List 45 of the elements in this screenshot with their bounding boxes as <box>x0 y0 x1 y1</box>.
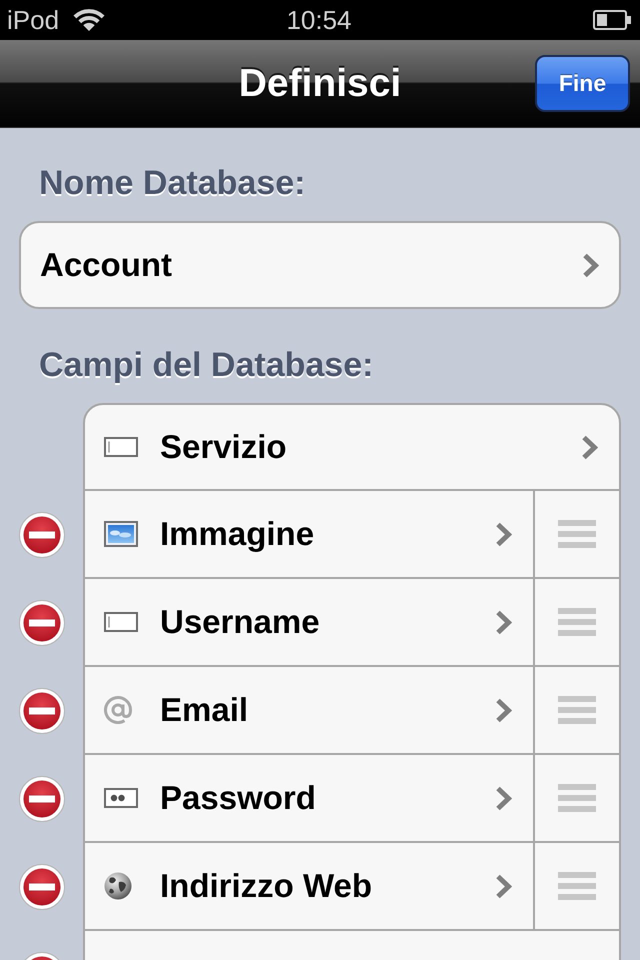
table-row[interactable]: Indirizzo Web <box>83 843 621 931</box>
field-label: Username <box>160 602 321 642</box>
delete-icon[interactable] <box>18 776 64 822</box>
delete-icon[interactable] <box>18 864 64 910</box>
clock-time: 10:54 <box>286 4 352 37</box>
delete-icon[interactable] <box>18 600 64 646</box>
drag-handle-icon[interactable] <box>558 520 596 548</box>
field-label: Email <box>160 690 250 730</box>
chevron-icon <box>495 786 512 810</box>
table-row[interactable]: Username <box>83 579 621 667</box>
wifi-icon <box>73 8 106 32</box>
chevron-icon <box>581 434 598 460</box>
field-label: Password <box>160 778 317 818</box>
field-label: Immagine <box>160 514 316 554</box>
database-name-row[interactable]: Account <box>19 221 621 309</box>
database-name-value: Account <box>40 245 172 285</box>
chevron-icon <box>582 252 599 278</box>
table-row[interactable]: Password <box>83 755 621 843</box>
field-label: Indirizzo Web <box>160 866 374 906</box>
table-row[interactable]: Email <box>83 667 621 755</box>
password-field-icon <box>104 788 138 808</box>
delete-icon[interactable] <box>18 512 64 558</box>
chevron-icon <box>495 698 512 722</box>
table-row[interactable]: Immagine <box>83 491 621 579</box>
delete-icon[interactable] <box>18 688 64 734</box>
chevron-icon <box>495 874 512 898</box>
drag-handle-icon[interactable] <box>558 872 596 900</box>
done-button[interactable]: Fine <box>535 55 630 112</box>
chevron-icon <box>495 522 512 546</box>
section-header: Campi del Database: <box>39 345 374 385</box>
carrier-label: iPod <box>7 4 60 37</box>
drag-handle-icon[interactable] <box>558 784 596 812</box>
text-field-icon <box>104 612 138 632</box>
drag-handle-icon[interactable] <box>558 696 596 724</box>
text-field-icon <box>104 437 138 457</box>
table-row[interactable]: Servizio <box>83 403 621 491</box>
globe-icon <box>104 872 132 900</box>
chevron-icon <box>495 610 512 634</box>
picture-icon <box>104 521 138 547</box>
drag-handle-icon[interactable] <box>558 608 596 636</box>
nav-title: Definisci <box>238 60 402 106</box>
field-label: Servizio <box>160 427 288 467</box>
at-sign-icon <box>104 696 132 724</box>
section-header: Nome Database: <box>39 163 306 203</box>
battery-icon <box>593 10 631 30</box>
